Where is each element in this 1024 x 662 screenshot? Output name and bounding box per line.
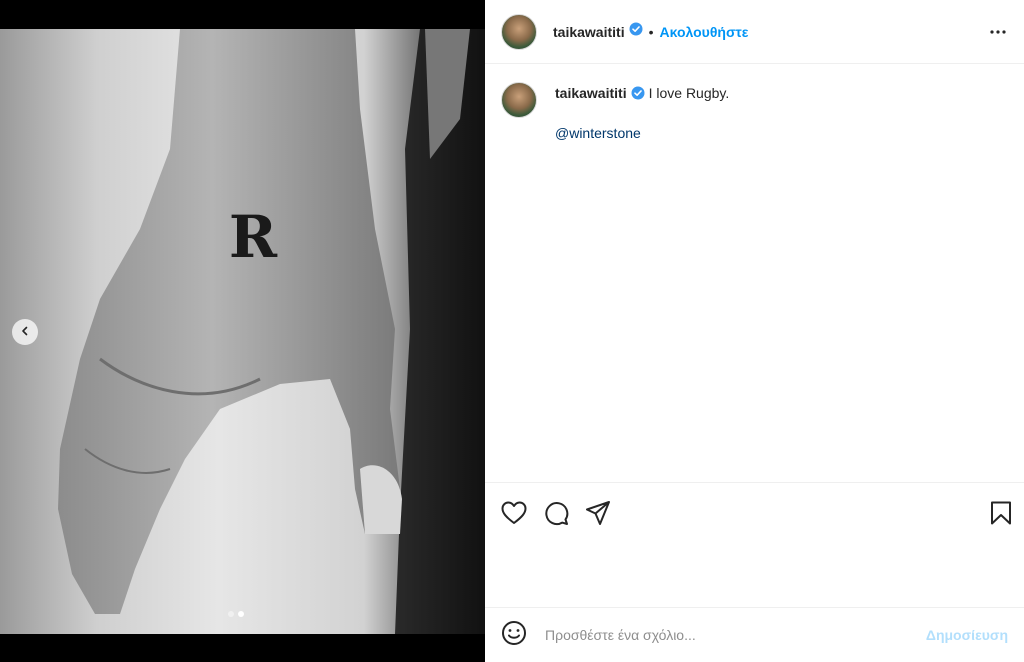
tattoo-letter: R bbox=[229, 203, 278, 271]
caption-body: taikawaititi I love Rugby. @winterstone bbox=[555, 82, 729, 143]
comment-input[interactable] bbox=[543, 626, 926, 644]
post-caption: taikawaititi I love Rugby. @winterstone bbox=[501, 82, 1008, 143]
post-details-panel: taikawaititi • Ακολουθήστε taikawaititi I… bbox=[485, 0, 1024, 662]
follow-button[interactable]: Ακολουθήστε bbox=[660, 24, 749, 40]
heart-icon[interactable] bbox=[501, 501, 527, 525]
bookmark-icon[interactable] bbox=[990, 501, 1012, 525]
emoji-icon[interactable] bbox=[501, 620, 527, 651]
verified-badge-icon bbox=[631, 85, 645, 105]
carousel-dot bbox=[228, 611, 234, 617]
caption-username[interactable]: taikawaititi bbox=[555, 85, 627, 101]
action-bar bbox=[485, 482, 1024, 542]
verified-badge-icon bbox=[629, 22, 643, 41]
carousel-indicator bbox=[228, 611, 244, 617]
carousel-dot-active bbox=[238, 611, 244, 617]
more-options-icon[interactable] bbox=[988, 22, 1008, 42]
comment-bubble-icon[interactable] bbox=[543, 500, 569, 526]
comment-bar: Δημοσίευση bbox=[485, 607, 1024, 662]
separator-dot: • bbox=[648, 23, 654, 40]
paper-plane-icon[interactable] bbox=[585, 500, 611, 526]
author-username[interactable]: taikawaititi bbox=[553, 24, 625, 40]
caption-text: I love Rugby. bbox=[648, 85, 730, 101]
mention-link[interactable]: @winterstone bbox=[555, 123, 729, 143]
post-media: R bbox=[0, 0, 485, 662]
hand-tattoo-photo: R bbox=[58, 29, 485, 634]
post-comment-button[interactable]: Δημοσίευση bbox=[926, 627, 1008, 643]
caption-avatar[interactable] bbox=[501, 82, 537, 118]
chevron-left-icon bbox=[20, 323, 30, 341]
post-photo: R bbox=[0, 29, 485, 634]
carousel-previous-button[interactable] bbox=[12, 319, 38, 345]
avatar[interactable] bbox=[501, 13, 537, 50]
post-header: taikawaititi • Ακολουθήστε bbox=[485, 0, 1024, 64]
